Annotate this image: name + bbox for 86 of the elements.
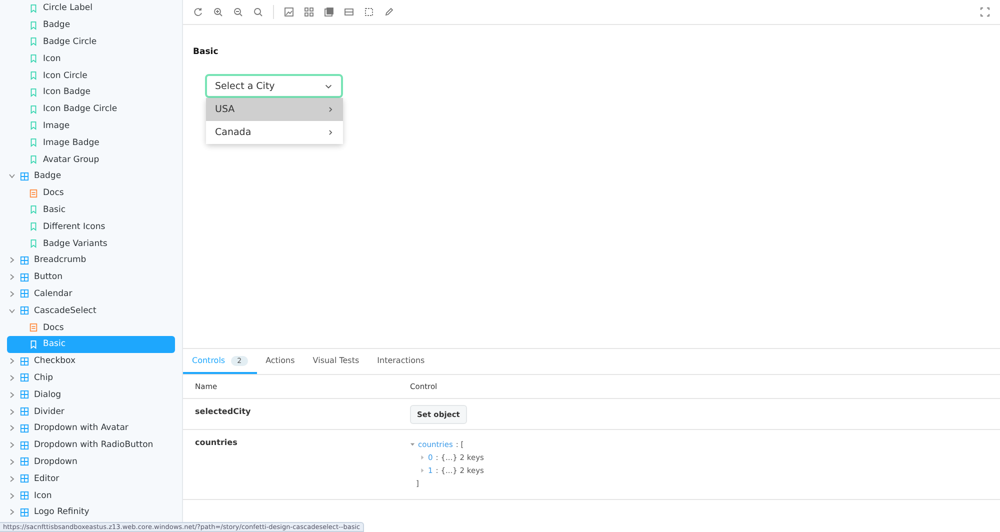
sidebar-item[interactable]: Badge — [7, 168, 175, 185]
sidebar-item[interactable]: Circle Label — [7, 0, 175, 17]
caret-icon — [9, 374, 15, 381]
reload-icon[interactable] — [193, 7, 203, 17]
grid-icon — [20, 474, 29, 484]
image-icon[interactable] — [284, 7, 294, 17]
outline-icon[interactable] — [364, 7, 374, 17]
grid-icon — [20, 289, 29, 298]
caret-icon — [9, 358, 15, 364]
sidebar-item[interactable]: Breadcrumb — [7, 252, 175, 269]
sidebar-item[interactable]: Button — [7, 268, 175, 286]
fullscreen-icon[interactable] — [980, 7, 990, 17]
addon-tab[interactable]: Visual Tests — [304, 349, 368, 374]
sidebar-item[interactable]: Dropdown — [7, 454, 175, 470]
sidebar-item[interactable]: Icon Circle — [7, 67, 175, 84]
caret-icon — [9, 274, 15, 280]
sidebar-item[interactable]: Editor — [7, 470, 175, 488]
caret-icon — [9, 392, 15, 398]
sidebar-item[interactable]: Dropdown with Avatar — [7, 420, 175, 437]
sidebar-item[interactable]: CascadeSelect — [7, 302, 175, 320]
grid-icon — [20, 390, 29, 400]
sidebar-item[interactable]: Basic — [7, 202, 175, 218]
grid-icon — [20, 256, 29, 265]
sidebar-item[interactable]: Badge Variants — [7, 235, 175, 252]
caret-icon — [9, 509, 15, 516]
caret-icon — [9, 476, 15, 482]
sidebar-item[interactable]: Badge — [7, 16, 175, 34]
caret-icon — [9, 290, 15, 297]
sidebar-item[interactable]: Avatar Group — [7, 151, 175, 168]
cascade-select[interactable]: Select a City — [205, 74, 343, 98]
grid-icon — [20, 172, 29, 181]
grid-icon — [20, 356, 29, 366]
sidebar-item[interactable]: Image — [7, 118, 175, 134]
grid-icon — [20, 373, 29, 382]
sidebar-item[interactable]: Dropdown with RadioButton — [7, 436, 175, 454]
caret-icon — [9, 173, 15, 180]
chevron-right-icon — [327, 106, 334, 113]
grid-icon — [20, 440, 29, 450]
sidebar-item[interactable]: Image Badge — [7, 134, 175, 152]
bookmark-icon — [29, 340, 38, 349]
sidebar-item[interactable]: Icon — [7, 50, 175, 68]
control-name: selectedCity — [195, 407, 251, 416]
sidebar-item[interactable]: Logo Refinity — [7, 504, 175, 521]
document-icon — [29, 323, 38, 332]
menu-option[interactable]: Canada — [206, 121, 343, 144]
grid-icon — [20, 457, 29, 466]
addon-tab[interactable]: Actions — [256, 349, 304, 374]
caret-icon — [9, 408, 15, 415]
sidebar-item[interactable]: Badge Circle — [7, 34, 175, 50]
grid-icon — [20, 491, 29, 500]
sidebar-item[interactable]: Dialog — [7, 386, 175, 404]
layout-icon[interactable] — [344, 7, 354, 17]
story-title: Basic — [193, 47, 220, 57]
sidebar-item[interactable]: Docs — [7, 184, 175, 202]
grid-icon — [20, 508, 29, 517]
chevron-right-icon — [327, 129, 334, 136]
grid-icon — [20, 407, 29, 416]
caret-icon — [9, 458, 15, 465]
menu-option[interactable]: USA — [206, 98, 343, 121]
caret-icon — [9, 492, 15, 498]
background-icon[interactable] — [324, 7, 334, 17]
grid-icon[interactable] — [304, 7, 314, 17]
zoom-reset-icon[interactable] — [253, 7, 263, 17]
caret-icon — [9, 425, 15, 432]
grid-icon — [20, 272, 29, 282]
grid-icon — [20, 424, 29, 433]
control-name: countries — [195, 438, 238, 447]
sidebar-item[interactable]: Icon Badge — [7, 84, 175, 101]
pencil-icon[interactable] — [384, 7, 394, 17]
grid-icon — [20, 306, 29, 316]
caret-icon — [9, 257, 15, 264]
document-icon — [29, 188, 38, 198]
sidebar-item[interactable]: Chip — [7, 370, 175, 386]
sidebar-item[interactable]: Divider — [7, 403, 175, 420]
sidebar-item[interactable]: Icon — [7, 487, 175, 504]
zoom-in-icon[interactable] — [213, 7, 223, 17]
caret-icon — [9, 442, 15, 448]
sidebar-item[interactable]: Calendar — [7, 286, 175, 302]
addon-tab[interactable]: Interactions — [368, 349, 434, 374]
sidebar-item[interactable]: Checkbox — [7, 352, 175, 370]
sidebar-item[interactable]: Different Icons — [7, 218, 175, 236]
collapse-triangle-icon[interactable] — [410, 442, 415, 447]
sidebar-item[interactable]: Docs — [7, 319, 175, 336]
zoom-out-icon[interactable] — [233, 7, 243, 17]
caret-icon — [9, 308, 15, 314]
sidebar-item[interactable]: Icon Badge Circle — [7, 100, 175, 118]
